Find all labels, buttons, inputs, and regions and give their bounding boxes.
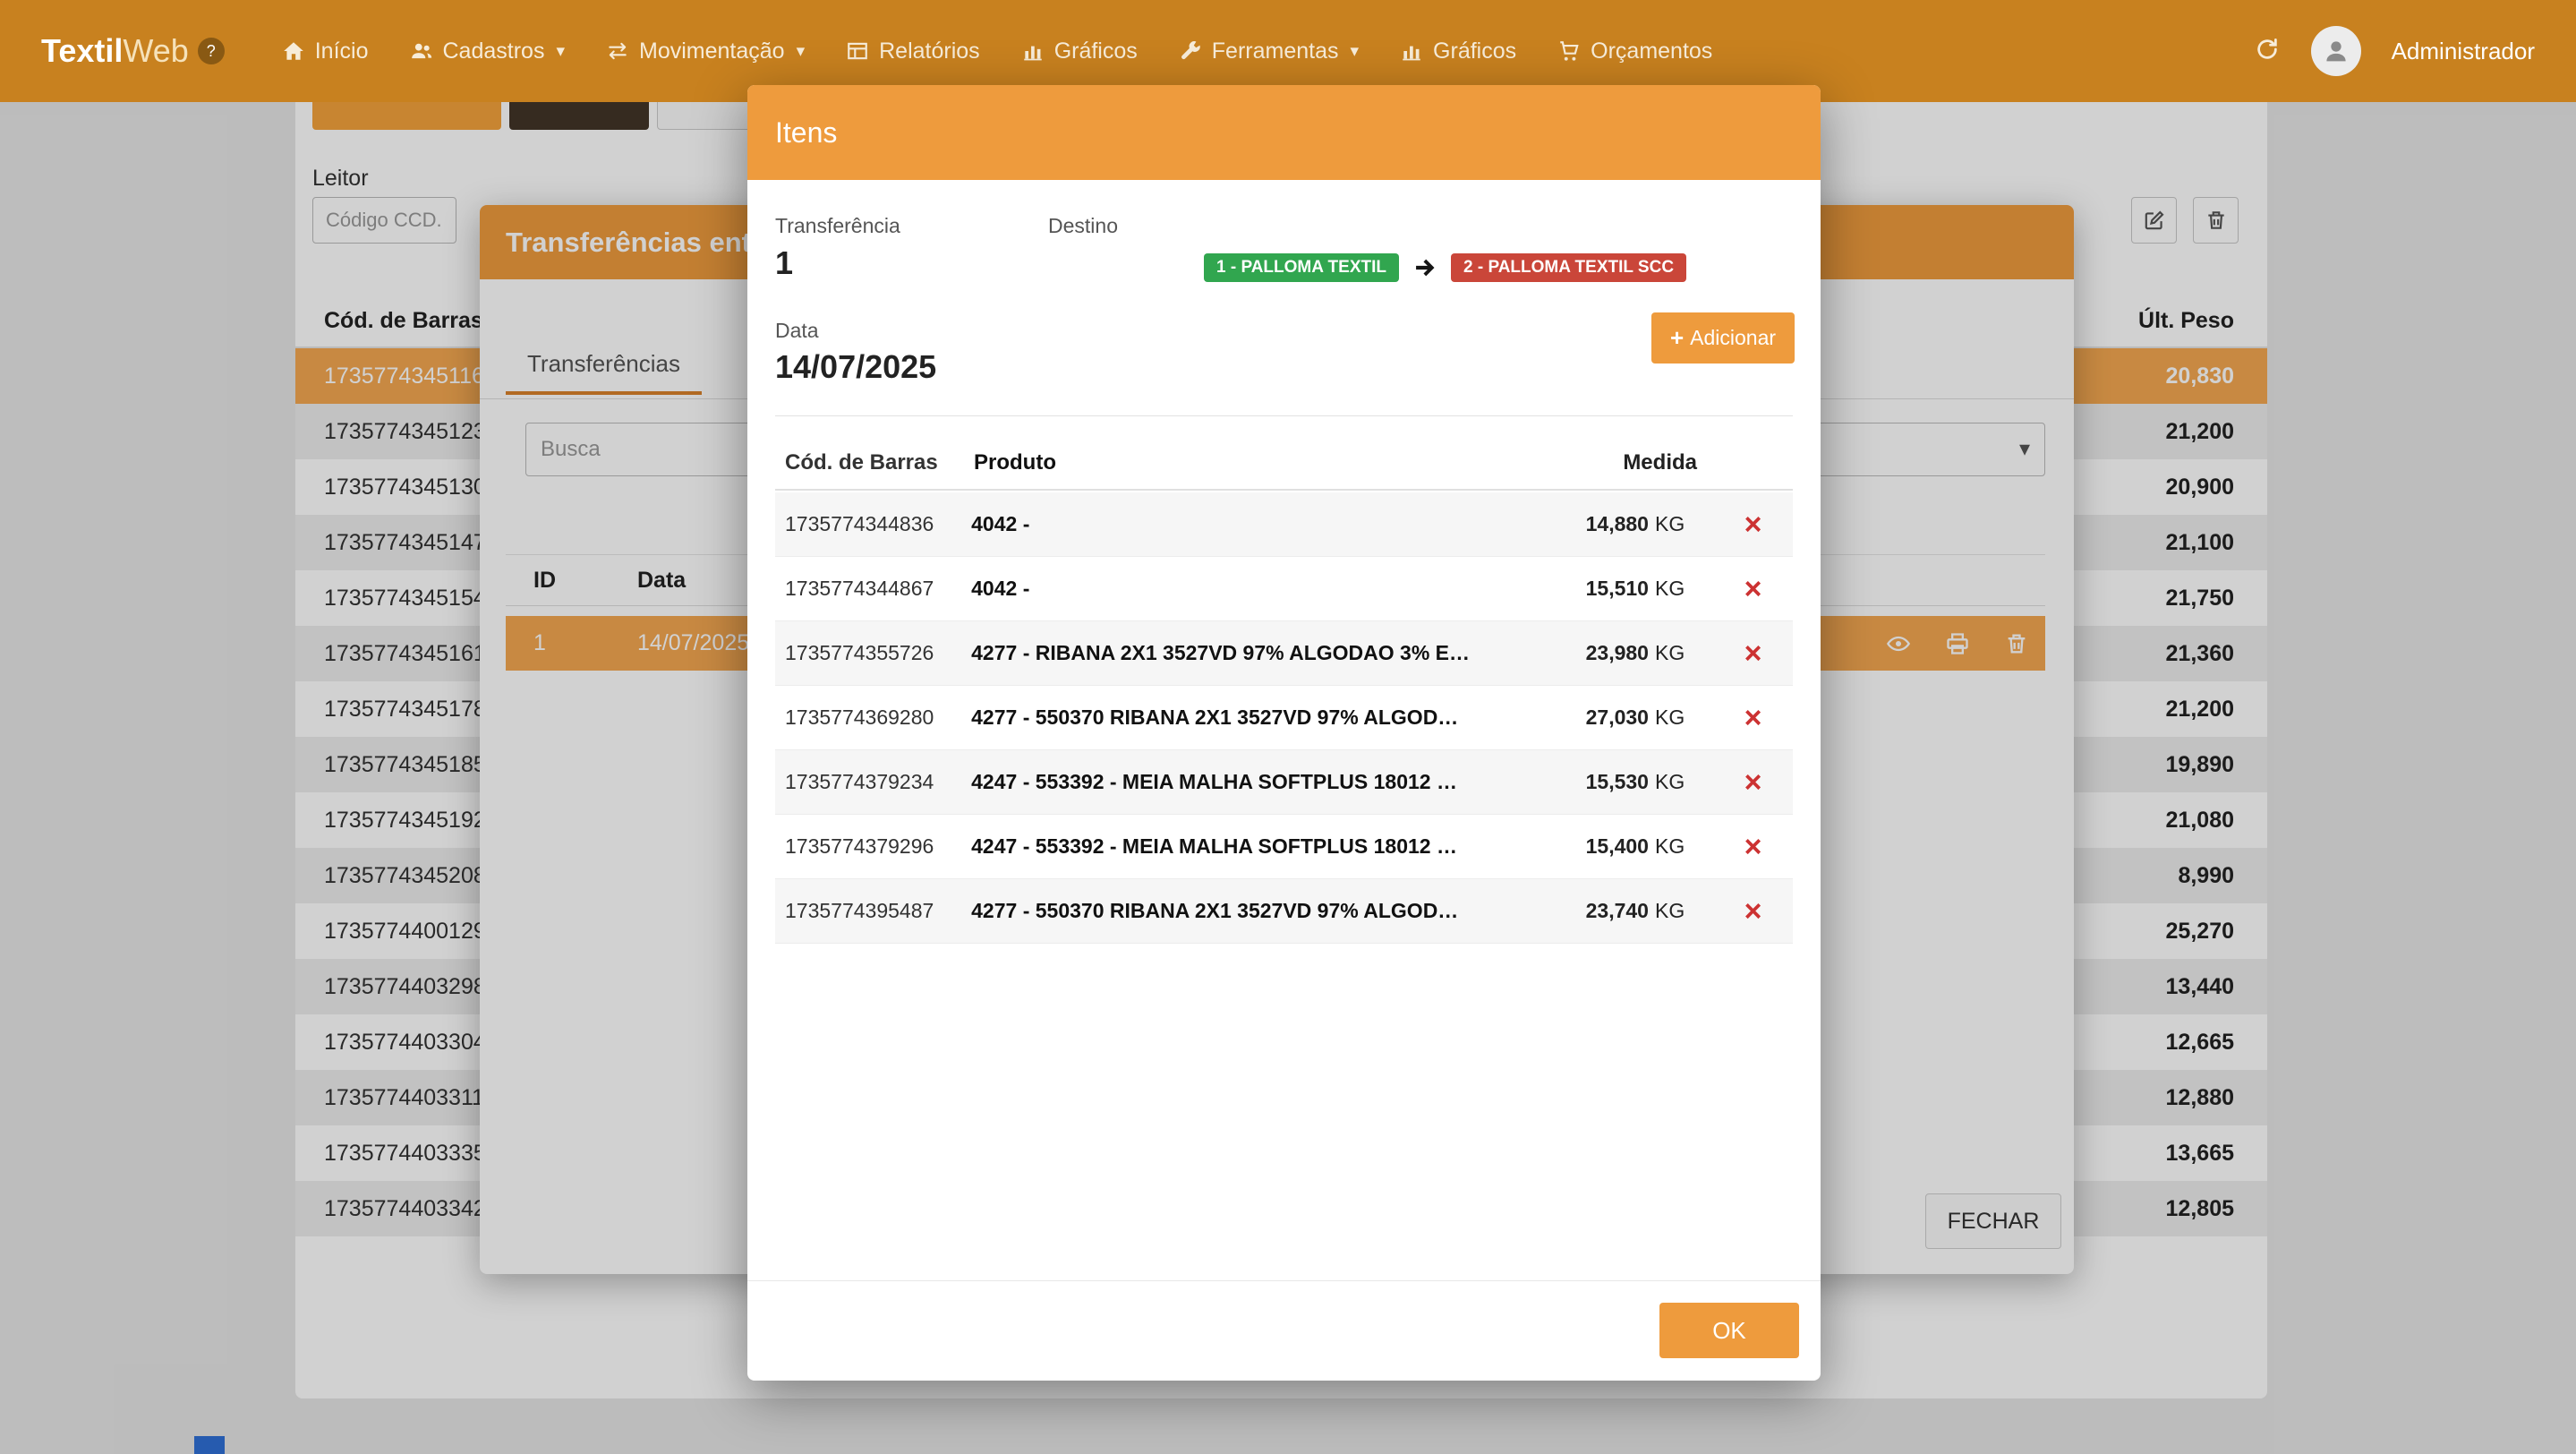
item-barcode: 1735774355726: [785, 641, 971, 665]
item-product: 4277 - 550370 RIBANA 2X1 3527VD 97% ALGO…: [971, 706, 1501, 730]
item-row: 1735774395487 4277 - 550370 RIBANA 2X1 3…: [775, 879, 1793, 944]
home-icon: [282, 39, 305, 63]
col-barcode: Cód. de Barras: [785, 450, 974, 475]
arrow-right-icon: [1412, 255, 1438, 280]
exchange-icon: [606, 39, 629, 63]
item-barcode: 1735774344867: [785, 577, 971, 601]
cart-icon: [1557, 39, 1581, 63]
item-product: 4247 - 553392 - MEIA MALHA SOFTPLUS 1801…: [971, 770, 1501, 794]
item-product: 4247 - 553392 - MEIA MALHA SOFTPLUS 1801…: [971, 834, 1501, 859]
nav-item-cadastros[interactable]: Cadastros ▾: [410, 38, 566, 64]
remove-item-button[interactable]: ×: [1713, 832, 1793, 862]
origin-badge: 1 - PALLOMA TEXTIL: [1204, 253, 1399, 282]
person-icon: [2321, 36, 2351, 66]
adicionar-button[interactable]: + Adicionar: [1651, 312, 1795, 364]
item-barcode: 1735774395487: [785, 899, 971, 923]
items-table: 1735774344836 4042 - 14,880KG × 17357743…: [775, 492, 1793, 944]
item-row: 1735774369280 4277 - 550370 RIBANA 2X1 3…: [775, 686, 1793, 750]
nav-item-movimentacao[interactable]: Movimentação ▾: [606, 38, 805, 64]
nav-item-graficos-2[interactable]: Gráficos: [1400, 38, 1516, 64]
item-product: 4042 -: [971, 577, 1501, 601]
items-modal: Itens Transferência 1 Destino 1 - PALLOM…: [747, 85, 1821, 1381]
plus-icon: +: [1670, 324, 1684, 352]
brand-logo[interactable]: TextilWeb ?: [41, 32, 225, 70]
chevron-down-icon: ▾: [556, 41, 565, 62]
item-measure: 23,740KG: [1501, 899, 1685, 923]
item-product: 4277 - 550370 RIBANA 2X1 3527VD 97% ALGO…: [971, 899, 1501, 923]
remove-item-button[interactable]: ×: [1713, 574, 1793, 604]
item-measure: 15,530KG: [1501, 770, 1685, 794]
col-product: Produto: [974, 450, 1511, 475]
ok-button[interactable]: OK: [1659, 1303, 1799, 1358]
item-measure: 23,980KG: [1501, 641, 1685, 665]
item-row: 1735774379234 4247 - 553392 - MEIA MALHA…: [775, 750, 1793, 815]
remove-item-button[interactable]: ×: [1713, 767, 1793, 798]
chevron-down-icon: ▾: [797, 41, 806, 62]
item-barcode: 1735774379234: [785, 770, 971, 794]
user-name[interactable]: Administrador: [2392, 38, 2535, 65]
transfer-label: Transferência: [775, 214, 900, 238]
items-modal-header: Itens: [747, 85, 1821, 180]
nav-right: Administrador: [2254, 26, 2535, 76]
wrench-icon: [1179, 39, 1202, 63]
bar-chart-icon: [1021, 39, 1045, 63]
report-icon: [846, 39, 869, 63]
remove-item-button[interactable]: ×: [1713, 703, 1793, 733]
item-product: 4277 - RIBANA 2X1 3527VD 97% ALGODAO 3% …: [971, 641, 1501, 665]
item-row: 1735774355726 4277 - RIBANA 2X1 3527VD 9…: [775, 621, 1793, 686]
transfer-value: 1: [775, 244, 793, 282]
nav-items: Início Cadastros ▾ Movimentação ▾ Relató…: [282, 38, 1713, 64]
help-icon[interactable]: ?: [198, 38, 225, 64]
item-barcode: 1735774369280: [785, 706, 971, 730]
item-row: 1735774379296 4247 - 553392 - MEIA MALHA…: [775, 815, 1793, 879]
brand-web: Web: [123, 32, 188, 69]
date-label: Data: [775, 319, 819, 343]
divider: [775, 415, 1793, 416]
items-modal-footer: OK: [747, 1280, 1821, 1381]
remove-item-button[interactable]: ×: [1713, 638, 1793, 669]
destination-badges: 1 - PALLOMA TEXTIL 2 - PALLOMA TEXTIL SC…: [1204, 253, 1686, 282]
item-measure: 27,030KG: [1501, 706, 1685, 730]
users-icon: [410, 39, 433, 63]
date-value: 14/07/2025: [775, 348, 936, 386]
item-row: 1735774344836 4042 - 14,880KG ×: [775, 492, 1793, 557]
nav-item-graficos[interactable]: Gráficos: [1021, 38, 1138, 64]
bar-chart-icon: [1400, 39, 1423, 63]
item-product: 4042 -: [971, 512, 1501, 536]
nav-item-relatorios[interactable]: Relatórios: [846, 38, 980, 64]
refresh-icon[interactable]: [2254, 36, 2281, 67]
brand-textil: Textil: [41, 32, 123, 69]
destination-label: Destino: [1048, 214, 1118, 238]
item-barcode: 1735774379296: [785, 834, 971, 859]
remove-item-button[interactable]: ×: [1713, 896, 1793, 927]
nav-item-orcamentos[interactable]: Orçamentos: [1557, 38, 1712, 64]
col-measure: Medida: [1511, 450, 1697, 475]
remove-item-button[interactable]: ×: [1713, 509, 1793, 540]
nav-item-ferramentas[interactable]: Ferramentas ▾: [1179, 38, 1359, 64]
item-measure: 15,510KG: [1501, 577, 1685, 601]
item-barcode: 1735774344836: [785, 512, 971, 536]
chevron-down-icon: ▾: [1351, 41, 1360, 62]
item-measure: 15,400KG: [1501, 834, 1685, 859]
items-modal-title: Itens: [775, 116, 837, 150]
items-table-header: Cód. de Barras Produto Medida: [775, 437, 1793, 491]
avatar[interactable]: [2311, 26, 2361, 76]
destination-badge: 2 - PALLOMA TEXTIL SCC: [1451, 253, 1686, 282]
item-row: 1735774344867 4042 - 15,510KG ×: [775, 557, 1793, 621]
item-measure: 14,880KG: [1501, 512, 1685, 536]
nav-item-inicio[interactable]: Início: [282, 38, 369, 64]
